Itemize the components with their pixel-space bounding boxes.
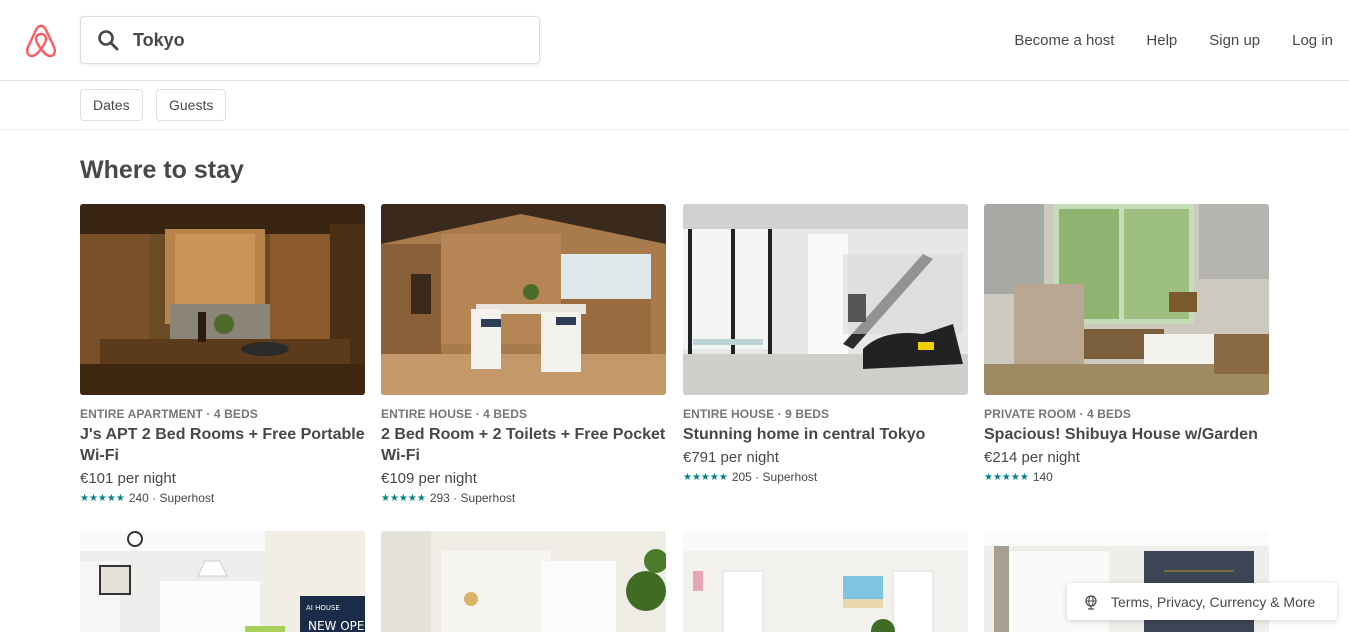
listing-title[interactable]: J's APT 2 Bed Rooms + Free Portable Wi-F… [80, 424, 365, 466]
listing-rating: ★★★★★ 205 · Superhost [683, 470, 968, 484]
sign-up-link[interactable]: Sign up [1209, 32, 1260, 49]
listing-title[interactable]: 2 Bed Room + 2 Toilets + Free Pocket Wi-… [381, 424, 666, 466]
search-box[interactable]: Tokyo [80, 16, 540, 64]
filter-bar: Dates Guests [0, 81, 1349, 130]
listing-photo[interactable] [381, 204, 666, 395]
listing-title[interactable]: Spacious! Shibuya House w/Garden [984, 424, 1269, 445]
search-icon [98, 30, 119, 51]
listing-photo[interactable] [984, 204, 1269, 395]
globe-icon [1085, 594, 1097, 610]
listing-card[interactable]: ENTIRE APARTMENT · 4 BEDS J's APT 2 Bed … [80, 204, 365, 505]
footer-links-button[interactable]: Terms, Privacy, Currency & More [1067, 583, 1337, 620]
listing-card[interactable]: PRIVATE ROOM · 4 BEDS Spacious! Shibuya … [984, 204, 1269, 484]
search-input[interactable]: Tokyo [133, 30, 185, 51]
listing-rating: ★★★★★ 140 [984, 470, 1269, 484]
airbnb-logo-icon[interactable] [24, 22, 58, 60]
listing-photo[interactable] [683, 531, 968, 632]
footer-links-label: Terms, Privacy, Currency & More [1111, 593, 1316, 610]
header-nav: Become a host Help Sign up Log in [982, 0, 1333, 80]
dates-filter-button[interactable]: Dates [80, 89, 143, 121]
section-title: Where to stay [80, 156, 244, 184]
listing-price: €214 per night [984, 449, 1080, 466]
listing-price: €791 per night [683, 449, 779, 466]
listing-type: ENTIRE HOUSE · 4 BEDS [381, 407, 528, 421]
star-rating-icon: ★★★★★ [683, 471, 728, 483]
review-count: 140 [1032, 470, 1053, 484]
help-link[interactable]: Help [1146, 32, 1177, 49]
listing-rating: ★★★★★ 240 · Superhost [80, 491, 365, 505]
star-rating-icon: ★★★★★ [80, 492, 125, 504]
review-count: 240 · Superhost [128, 491, 215, 505]
top-header: Tokyo Become a host Help Sign up Log in [0, 0, 1349, 81]
log-in-link[interactable]: Log in [1292, 32, 1333, 49]
listing-photo[interactable]: AI HOUSE NEW OPE [80, 531, 365, 632]
review-count: 293 · Superhost [429, 491, 516, 505]
review-count: 205 · Superhost [731, 470, 818, 484]
listing-card[interactable]: ENTIRE HOUSE · 4 BEDS 2 Bed Room + 2 Toi… [381, 204, 666, 505]
star-rating-icon: ★★★★★ [381, 492, 426, 504]
guests-filter-button[interactable]: Guests [156, 89, 227, 121]
star-rating-icon: ★★★★★ [984, 471, 1029, 483]
svg-text:AI HOUSE: AI HOUSE [306, 604, 340, 612]
listing-photo[interactable] [381, 531, 666, 632]
listing-price: €109 per night [381, 470, 477, 487]
listing-type: ENTIRE HOUSE · 9 BEDS [683, 407, 830, 421]
listing-card[interactable]: ENTIRE HOUSE · 9 BEDS Stunning home in c… [683, 204, 968, 484]
listing-rating: ★★★★★ 293 · Superhost [381, 491, 666, 505]
listing-title[interactable]: Stunning home in central Tokyo [683, 424, 968, 445]
listing-type: ENTIRE APARTMENT · 4 BEDS [80, 407, 258, 421]
become-host-link[interactable]: Become a host [1014, 32, 1114, 49]
listing-type: PRIVATE ROOM · 4 BEDS [984, 407, 1132, 421]
listing-price: €101 per night [80, 470, 176, 487]
sign-text: NEW OPE [308, 619, 365, 632]
listing-photo[interactable] [683, 204, 968, 395]
listing-photo[interactable] [80, 204, 365, 395]
